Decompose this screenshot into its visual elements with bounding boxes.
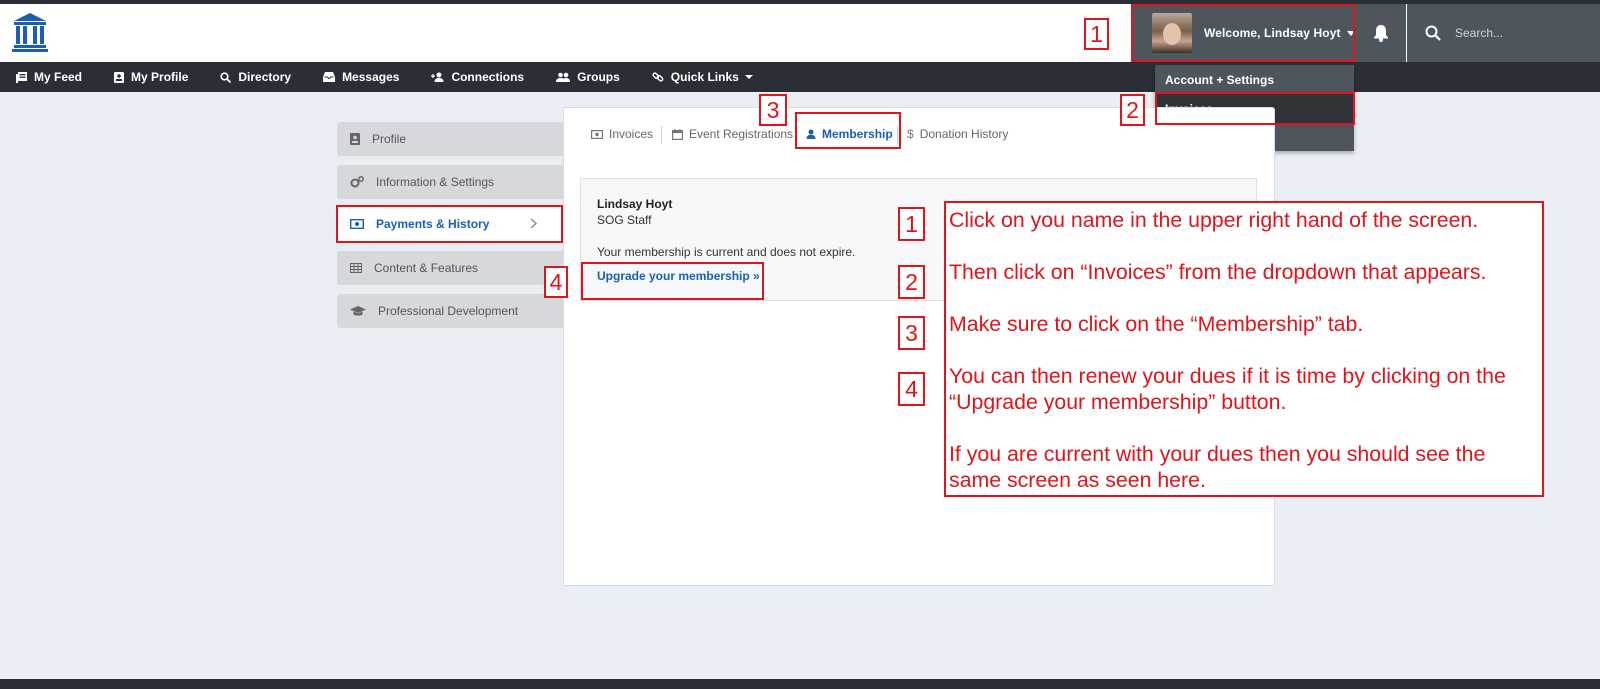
- sidebar-item-label: Information & Settings: [376, 175, 495, 189]
- inbox-icon: [323, 72, 336, 82]
- instruction-number: 1: [898, 207, 925, 241]
- annotation-number: 2: [1120, 94, 1145, 126]
- instruction-number: 3: [898, 316, 925, 350]
- instruction-number: 4: [898, 372, 925, 406]
- instruction-number: 2: [898, 265, 925, 299]
- search-icon: [220, 71, 232, 83]
- annotation-highlight-invoices: [1155, 92, 1355, 125]
- nav-groups[interactable]: Groups: [556, 70, 620, 84]
- tab-label: Donation History: [919, 127, 1009, 141]
- search-icon: [1425, 25, 1441, 41]
- nav-connections[interactable]: Connections: [431, 70, 524, 84]
- id-card-icon: [350, 133, 360, 145]
- dollar-icon: $: [907, 127, 914, 141]
- sidebar-item-content-features[interactable]: Content & Features: [337, 251, 563, 285]
- link-icon: [652, 72, 664, 82]
- tab-label: Invoices: [609, 127, 654, 141]
- sidebar-item-profile[interactable]: Profile: [337, 122, 563, 156]
- nav-directory[interactable]: Directory: [220, 70, 291, 84]
- nav-my-feed[interactable]: My Feed: [16, 70, 82, 84]
- annotation-number: 3: [759, 94, 787, 126]
- instruction-step: Click on you name in the upper right han…: [949, 208, 1479, 232]
- instructions-box: Click on you name in the upper right han…: [944, 201, 1544, 497]
- tab-divider: [661, 126, 662, 144]
- nav-label: Connections: [451, 70, 525, 84]
- annotation-highlight-user-menu: [1131, 4, 1355, 62]
- nav-label: Directory: [238, 70, 292, 84]
- instruction-step: You can then renew your dues if it is ti…: [949, 364, 1506, 414]
- member-title: SOG Staff: [597, 213, 652, 227]
- tab-label: Event Registrations: [689, 127, 794, 141]
- sidebar-item-label: Profile: [372, 132, 407, 146]
- annotation-highlight-payments: [336, 205, 563, 243]
- calendar-icon: [672, 128, 683, 140]
- money-icon: [591, 129, 603, 139]
- graduation-cap-icon: [350, 305, 366, 316]
- membership-status: Your membership is current and does not …: [597, 245, 856, 259]
- bell-icon: [1374, 25, 1388, 42]
- nav-label: My Feed: [34, 70, 83, 84]
- instruction-step: Then click on “Invoices” from the dropdo…: [949, 260, 1487, 284]
- main-nav: My Feed My Profile Directory Messages Co…: [0, 62, 1600, 92]
- instruction-step: If you are current with your dues then y…: [949, 442, 1486, 492]
- nav-quick-links[interactable]: Quick Links: [652, 70, 753, 84]
- nav-my-profile[interactable]: My Profile: [114, 70, 188, 84]
- table-icon: [350, 263, 362, 273]
- nav-messages[interactable]: Messages: [323, 70, 399, 84]
- footer-strip: [0, 679, 1600, 689]
- sidebar-item-professional-development[interactable]: Professional Development: [337, 294, 563, 328]
- profile-card-icon: [114, 71, 125, 83]
- caret-down-icon: [744, 75, 753, 79]
- menu-item-account-settings[interactable]: Account + Settings: [1155, 65, 1354, 94]
- sidebar-item-label: Professional Development: [378, 304, 519, 318]
- annotation-number: 1: [1084, 18, 1109, 50]
- member-name: Lindsay Hoyt: [597, 197, 673, 211]
- gears-icon: [350, 176, 364, 188]
- annotation-highlight-membership-tab: [795, 112, 901, 149]
- search-placeholder: Search...: [1455, 26, 1504, 40]
- add-user-icon: [431, 72, 444, 82]
- search-box[interactable]: Search...: [1407, 4, 1600, 62]
- tab-donation-history[interactable]: $ Donation History: [907, 120, 1008, 148]
- instruction-step: Make sure to click on the “Membership” t…: [949, 312, 1364, 336]
- annotation-highlight-upgrade-link: [581, 262, 764, 300]
- institution-logo-icon[interactable]: [12, 12, 48, 52]
- sidebar-item-label: Content & Features: [374, 261, 479, 275]
- feed-icon: [16, 71, 27, 83]
- nav-label: Messages: [342, 70, 400, 84]
- sidebar-item-information-settings[interactable]: Information & Settings: [337, 165, 563, 199]
- nav-label: Quick Links: [670, 70, 739, 84]
- annotation-number: 4: [544, 266, 568, 298]
- group-icon: [556, 72, 571, 82]
- notifications-button[interactable]: [1356, 4, 1406, 62]
- nav-label: Groups: [577, 70, 620, 84]
- nav-label: My Profile: [131, 70, 189, 84]
- tab-invoices[interactable]: Invoices: [591, 120, 653, 148]
